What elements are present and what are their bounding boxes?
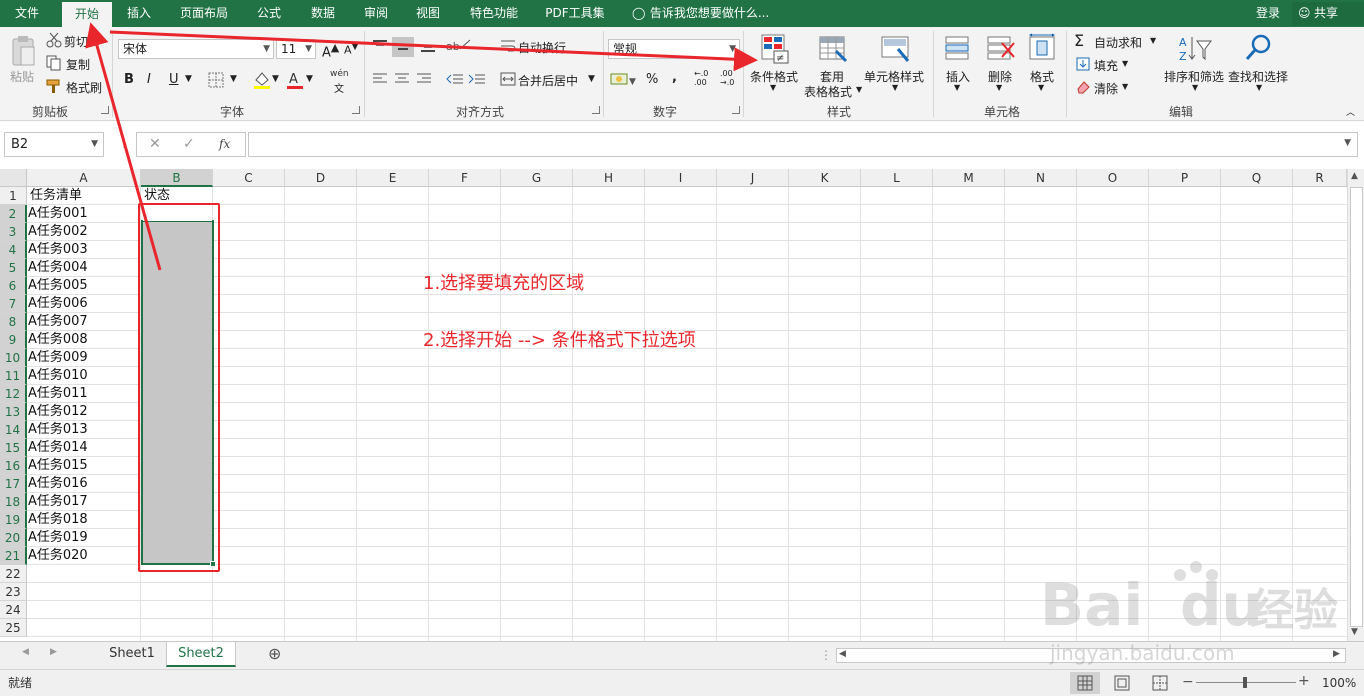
annotation-arrows xyxy=(85,22,758,271)
zoom-level[interactable]: 100% xyxy=(1322,670,1356,696)
zoom-in-icon[interactable]: + xyxy=(1298,673,1310,689)
sheet-tab-sheet1[interactable]: Sheet1 xyxy=(100,642,164,667)
excel-window: 文件 开始 插入 页面布局 公式 数据 审阅 视图 特色功能 PDF工具集 ◯ … xyxy=(0,0,1364,696)
horizontal-scrollbar[interactable]: ◀ ▶ xyxy=(836,648,1346,663)
sheet-tab-sheet2[interactable]: Sheet2 xyxy=(166,642,236,667)
page-break-view-icon[interactable] xyxy=(1152,675,1168,694)
scroll-right-icon[interactable]: ▶ xyxy=(1333,649,1340,659)
next-sheet-icon[interactable]: ▶ xyxy=(50,647,57,657)
add-sheet-icon[interactable]: ⊕ xyxy=(268,644,281,663)
prev-sheet-icon[interactable]: ◀ xyxy=(22,647,29,657)
zoom-out-icon[interactable]: − xyxy=(1182,674,1194,690)
zoom-slider-thumb[interactable] xyxy=(1243,677,1247,688)
status-bar: 就绪 − + 100% xyxy=(0,669,1364,696)
page-layout-view-icon[interactable] xyxy=(1114,675,1130,694)
normal-view-icon[interactable] xyxy=(1070,672,1100,694)
scroll-left-icon[interactable]: ◀ xyxy=(839,649,846,659)
arrow-to-home-tab xyxy=(85,22,162,271)
sheet-tab-bar: ◀ ▶ Sheet1 Sheet2 ⊕ ⋮ ◀ ▶ xyxy=(0,641,1364,669)
status-ready: 就绪 xyxy=(8,676,33,690)
arrow-to-conditional-format xyxy=(109,30,758,72)
more-options-icon[interactable]: ⋮ xyxy=(820,648,832,662)
